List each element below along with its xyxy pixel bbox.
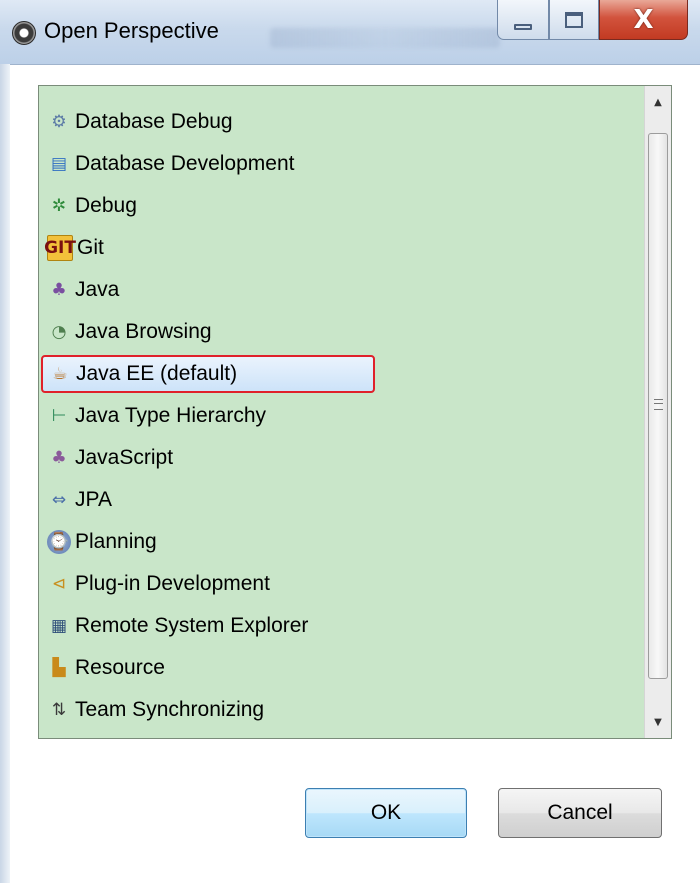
team-synchronizing-icon: ⇅ [51,700,67,720]
title-bar-background-blur [270,28,500,48]
database-debug-icon: ⚙ [51,112,67,132]
remote-system-explorer-icon: ▦ [50,616,68,636]
perspective-item-label: Debug [75,194,137,217]
perspective-item-label: Java EE (default) [76,362,238,385]
java-browsing-icon: ◔ [51,322,67,342]
debug-bug-icon: ✲ [51,196,67,216]
perspective-item[interactable]: ▦ Remote System Explorer [47,608,308,644]
perspective-item-label: Java [75,278,120,301]
eclipse-app-icon [12,21,36,45]
perspective-item[interactable]: ✲ Debug [47,188,137,224]
perspective-item-label: Database Development [75,152,295,175]
ok-button[interactable]: OK [305,788,467,838]
perspective-item[interactable]: ♣ Java [47,272,119,308]
cancel-button[interactable]: Cancel [498,788,662,838]
perspective-item[interactable]: ⇔ JPA [47,482,112,518]
perspective-item[interactable]: ◔ Java Browsing [47,314,212,350]
scroll-down-arrow-icon[interactable]: ▼ [645,708,671,736]
java-icon: ♣ [51,280,67,300]
perspective-item-label: Team Synchronizing [75,698,265,721]
perspective-item-label: Database Debug [75,110,233,133]
perspective-item[interactable]: ⌚ Planning [47,524,157,560]
git-icon: GIT [44,235,76,261]
javascript-icon: ♣ [51,448,67,468]
perspective-item-label: Java Browsing [75,320,212,343]
perspective-item[interactable]: ▙ Resource [47,650,165,686]
perspective-item-label: Java Type Hierarchy [75,404,267,427]
database-development-icon: ▤ [50,154,68,174]
perspective-item-label: JavaScript [75,446,174,469]
perspective-item-label: Resource [75,656,165,679]
vertical-scrollbar[interactable]: ▲ ▼ [644,86,671,738]
perspective-item[interactable]: ♣ JavaScript [47,440,173,476]
perspective-item-label: JPA [75,488,112,511]
perspective-item[interactable]: ☕ Java EE (default) [41,355,375,393]
minimize-icon [514,23,532,30]
window-title: Open Perspective [44,18,219,43]
window-left-edge [0,64,10,883]
planning-icon: ⌚ [47,530,71,554]
java-ee-icon: ☕ [52,364,68,384]
perspective-item[interactable]: ⊢ Java Type Hierarchy [47,398,266,434]
perspective-item[interactable]: GIT Git [44,230,104,266]
perspective-item[interactable]: ⊲ Plug-in Development [47,566,270,602]
java-type-hierarchy-icon: ⊢ [51,406,67,426]
perspective-item[interactable]: ⇅ Team Synchronizing [47,692,264,728]
maximize-button[interactable] [549,0,599,40]
resource-folder-icon: ▙ [52,658,66,678]
scroll-up-arrow-icon[interactable]: ▲ [645,88,671,116]
perspective-item[interactable]: ▤ Database Development [47,146,295,182]
perspective-item-label: Remote System Explorer [75,614,309,637]
perspective-item-label: Plug-in Development [75,572,270,595]
perspective-item-label: Planning [75,530,157,553]
jpa-icon: ⇔ [51,490,67,510]
perspective-item[interactable]: ⚙ Database Debug [47,104,233,140]
perspective-list[interactable]: ⚙ Database Debug ▤ Database Development ✲ Deb… [38,85,672,739]
scroll-thumb[interactable] [648,133,668,679]
plugin-development-icon: ⊲ [51,574,67,594]
close-icon: X [633,4,654,35]
scroll-grip-icon [654,399,663,410]
close-button[interactable]: X [599,0,688,40]
minimize-button[interactable] [497,0,549,40]
maximize-icon [565,11,583,28]
perspective-item-label: Git [77,236,104,259]
